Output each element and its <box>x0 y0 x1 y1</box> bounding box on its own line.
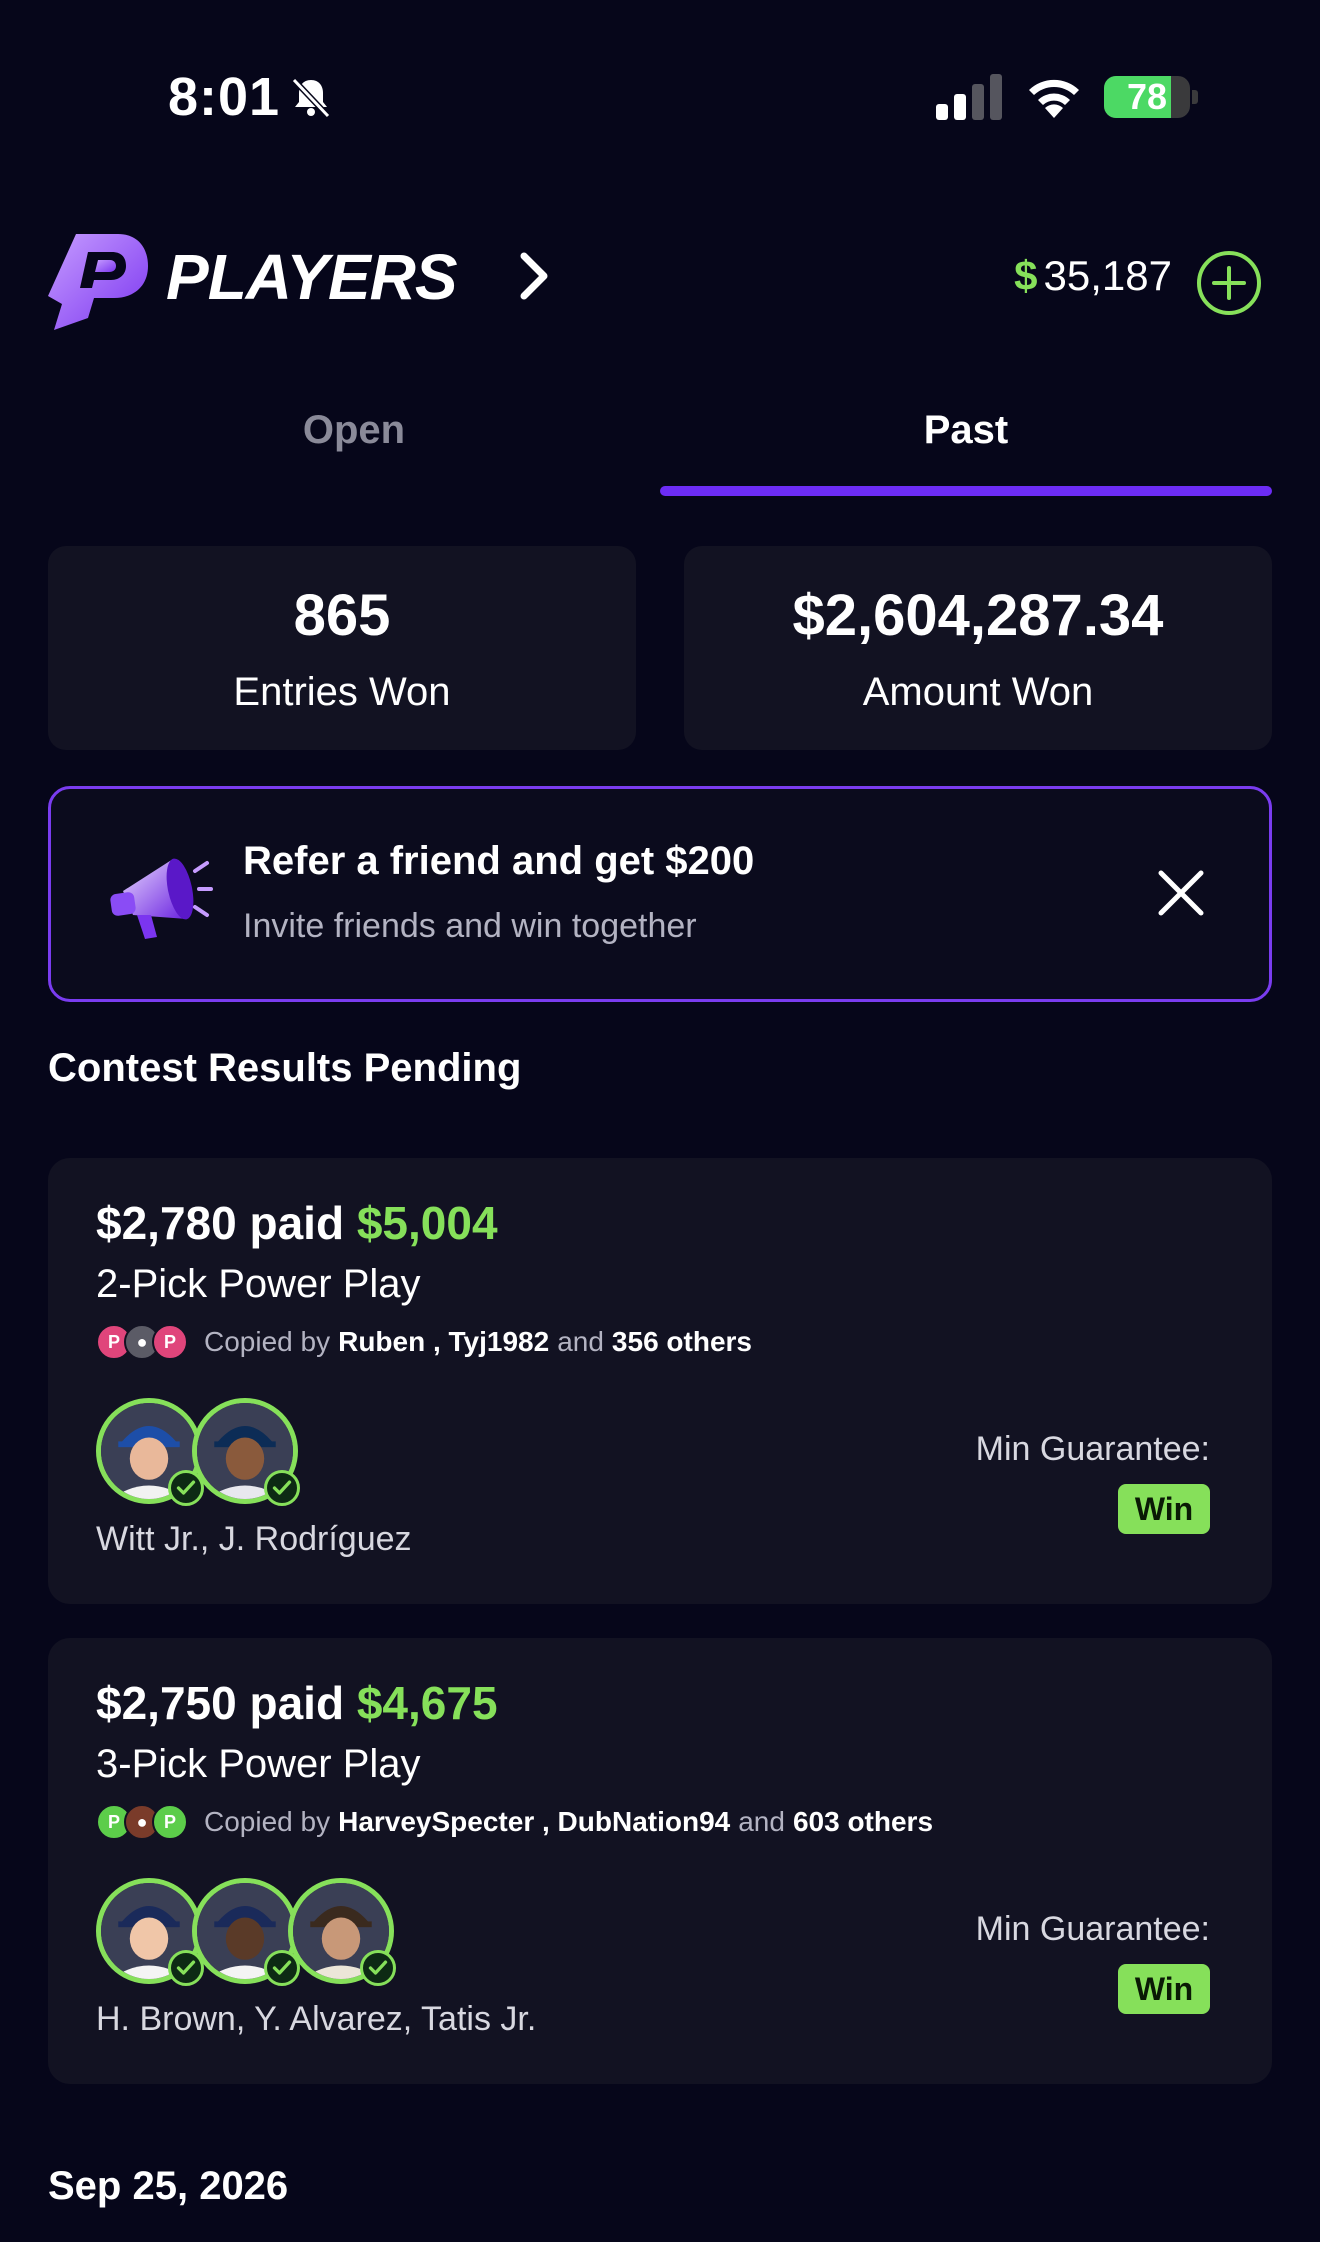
player-names: Witt Jr., J. Rodríguez <box>96 1520 412 1558</box>
contest-payout: $4,675 <box>356 1677 498 1729</box>
copied-users: Ruben , Tyj1982 <box>338 1326 550 1357</box>
copied-users: HarveySpecter , DubNation94 <box>338 1806 731 1837</box>
copied-others: 356 others <box>611 1326 752 1357</box>
players-logo-icon[interactable] <box>48 234 148 330</box>
status-time: 8:01 <box>168 67 281 127</box>
section-title: Contest Results Pending <box>48 1046 522 1090</box>
amount-won-label: Amount Won <box>862 670 1094 714</box>
battery-indicator: 78 <box>1104 76 1198 118</box>
megaphone-icon <box>110 858 213 939</box>
result-badge: Win <box>1118 1964 1210 2014</box>
cellular-signal-icon <box>936 74 1002 120</box>
referral-banner[interactable]: Refer a friend and get $200 Invite frien… <box>48 786 1272 1002</box>
active-tab-indicator <box>660 486 1272 496</box>
copied-prefix: Copied by <box>204 1326 331 1357</box>
balance-amount: 35,187 <box>1043 252 1172 299</box>
copied-and: and <box>738 1806 785 1837</box>
referral-title: Refer a friend and get $200 <box>243 839 755 883</box>
chevron-right-icon[interactable] <box>514 250 554 302</box>
copier-avatars: P ● P <box>96 1324 188 1360</box>
entries-won-value: 865 <box>293 583 391 648</box>
copied-prefix: Copied by <box>204 1806 331 1837</box>
min-guarantee-label: Min Guarantee: <box>975 1430 1210 1468</box>
referral-subtitle: Invite friends and win together <box>243 907 697 945</box>
contest-amount: $2,750 paid $4,675 <box>96 1676 498 1730</box>
tab-past[interactable]: Past <box>660 408 1272 453</box>
check-icon <box>360 1950 396 1986</box>
copier-avatars: P ● P <box>96 1804 188 1840</box>
check-icon <box>264 1470 300 1506</box>
copied-and: and <box>557 1326 604 1357</box>
amount-won-value: $2,604,287.34 <box>792 583 1164 648</box>
copied-others: 603 others <box>792 1806 934 1837</box>
contest-payout: $5,004 <box>356 1197 498 1249</box>
currency-symbol: $ <box>1014 252 1038 299</box>
avatar: P <box>152 1324 188 1360</box>
wallet-balance[interactable]: $ 35,187 <box>1014 252 1172 300</box>
player-names: H. Brown, Y. Alvarez, Tatis Jr. <box>96 2000 537 2038</box>
contest-type: 2-Pick Power Play <box>96 1262 421 1306</box>
date-header: Sep 25, 2026 <box>48 2164 289 2208</box>
status-bar: 8:01 78 <box>0 0 1320 150</box>
amount-won-card: $2,604,287.34 Amount Won <box>684 546 1272 750</box>
avatar: P <box>152 1804 188 1840</box>
copied-by-row[interactable]: P ● P Copied by HarveySpecter , DubNatio… <box>96 1802 933 1842</box>
entries-won-card: 865 Entries Won <box>48 546 636 750</box>
contest-card[interactable]: $2,780 paid $5,004 2-Pick Power Play P ●… <box>48 1158 1272 1604</box>
add-funds-button[interactable] <box>1196 250 1262 316</box>
tab-open[interactable]: Open <box>48 408 660 453</box>
wifi-icon <box>1029 79 1079 118</box>
entries-won-label: Entries Won <box>233 670 451 714</box>
close-icon[interactable] <box>1153 865 1209 921</box>
battery-percent: 78 <box>1126 76 1168 117</box>
brand-name[interactable]: PLAYERS <box>166 240 458 314</box>
contest-amount: $2,780 paid $5,004 <box>96 1196 498 1250</box>
contest-card[interactable]: $2,750 paid $4,675 3-Pick Power Play P ●… <box>48 1638 1272 2084</box>
min-guarantee-label: Min Guarantee: <box>975 1910 1210 1948</box>
bell-muted-icon <box>291 77 331 119</box>
contest-paid: $2,750 paid <box>96 1677 345 1729</box>
contest-type: 3-Pick Power Play <box>96 1742 421 1786</box>
copied-by-row[interactable]: P ● P Copied by Ruben , Tyj1982 and 356 … <box>96 1322 752 1362</box>
contest-paid: $2,780 paid <box>96 1197 345 1249</box>
result-badge: Win <box>1118 1484 1210 1534</box>
